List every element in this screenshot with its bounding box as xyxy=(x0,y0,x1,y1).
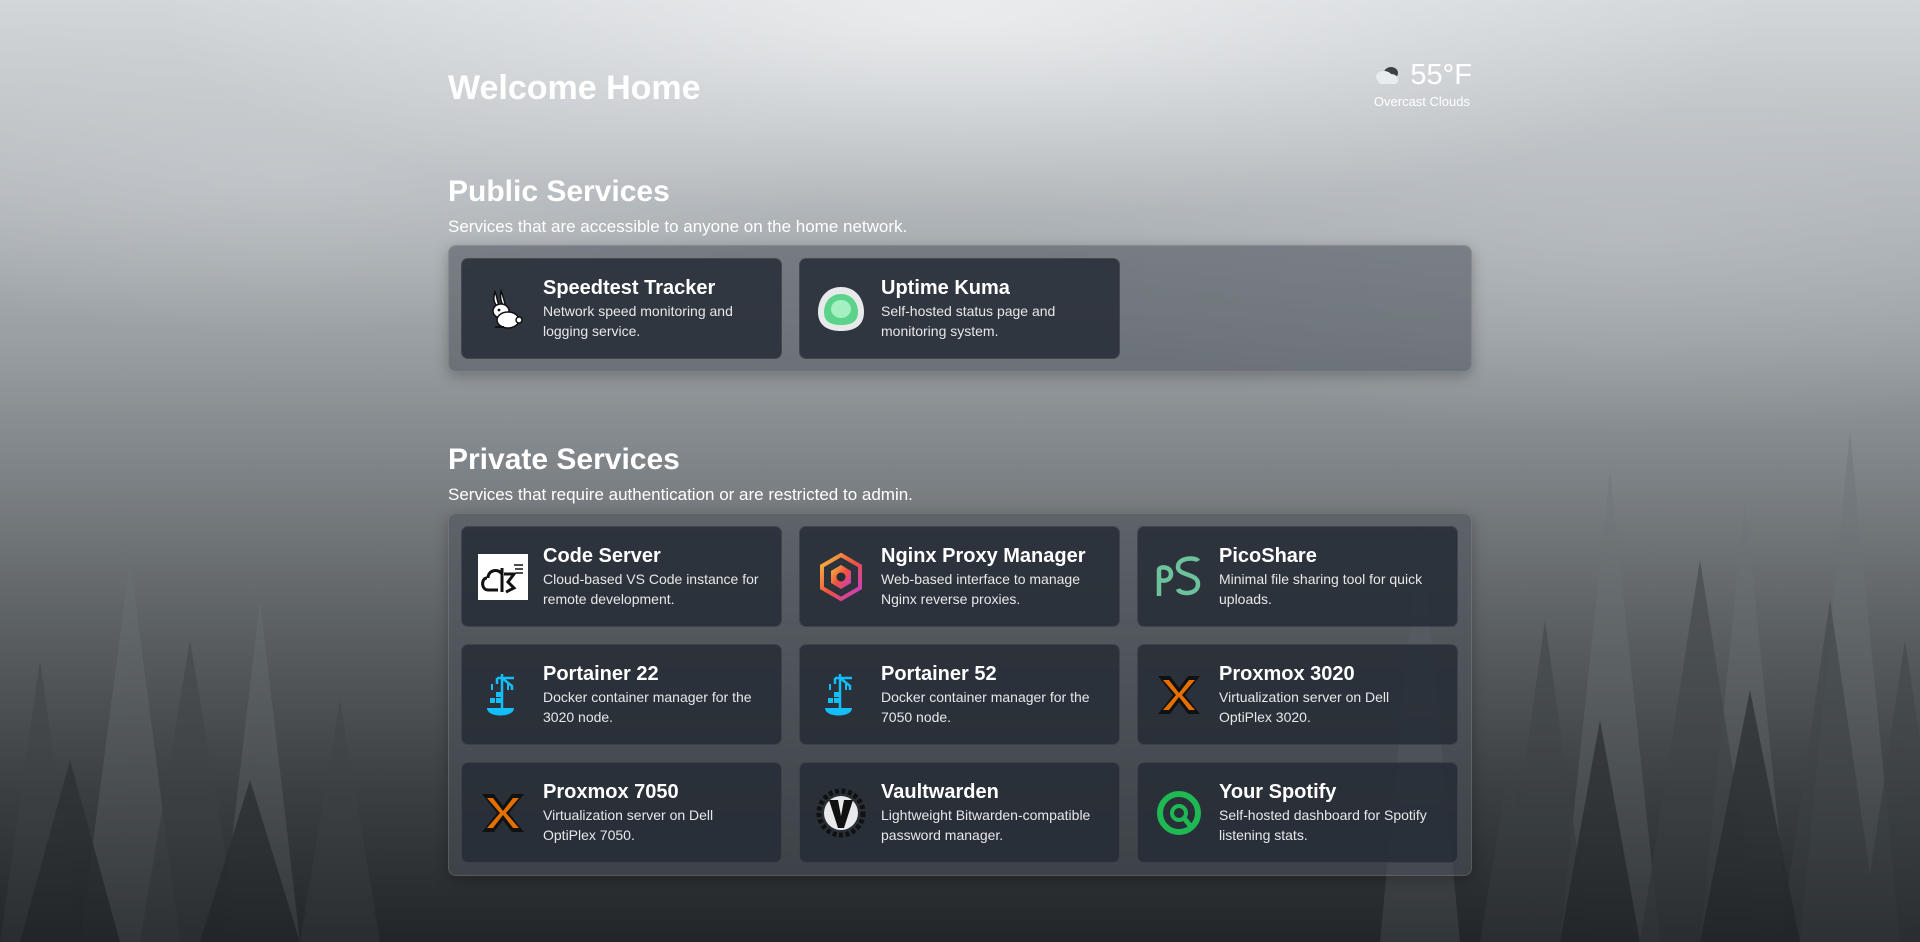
service-name: Proxmox 7050 xyxy=(543,781,679,803)
temperature: 55°F xyxy=(1410,59,1472,91)
service-card-speedtest-tracker[interactable]: Speedtest Tracker Network speed monitori… xyxy=(461,258,782,359)
weather-widget: 55°F Overcast Clouds xyxy=(1272,58,1472,109)
service-name: Vaultwarden xyxy=(881,781,999,803)
service-card-nginx-proxy-manager[interactable]: Nginx Proxy Manager Web-based interface … xyxy=(799,526,1120,627)
portainer-icon xyxy=(478,670,528,720)
service-card-uptime-kuma[interactable]: Uptime Kuma Self-hosted status page and … xyxy=(799,258,1120,359)
cloud-icon xyxy=(1376,67,1399,84)
service-card-code-server[interactable]: Code Server Cloud-based VS Code instance… xyxy=(461,526,782,627)
service-description: Docker container manager for the 3020 no… xyxy=(543,689,752,725)
service-description: Self-hosted status page and monitoring s… xyxy=(881,303,1056,339)
uptime-kuma-icon xyxy=(816,284,866,334)
service-name: Portainer 52 xyxy=(881,663,997,685)
portainer-icon xyxy=(816,670,866,720)
service-name: Portainer 22 xyxy=(543,663,659,685)
section-title-public: Public Services xyxy=(448,175,670,208)
service-description: Minimal file sharing tool for quick uplo… xyxy=(1219,571,1423,607)
service-description: Network speed monitoring and logging ser… xyxy=(543,303,733,339)
public-services-grid: Speedtest Tracker Network speed monitori… xyxy=(448,245,1472,372)
proxmox-icon xyxy=(478,788,528,838)
public-services-section: Public Services Services that are access… xyxy=(448,174,1472,372)
service-description: Self-hosted dashboard for Spotify listen… xyxy=(1219,807,1427,843)
service-name: Uptime Kuma xyxy=(881,277,1010,299)
service-card-proxmox-3020[interactable]: Proxmox 3020 Virtualization server on De… xyxy=(1137,644,1458,745)
service-description: Lightweight Bitwarden-compatible passwor… xyxy=(881,807,1091,843)
section-description-private: Services that require authentication or … xyxy=(448,485,913,504)
proxmox-icon xyxy=(1154,670,1204,720)
service-name: Speedtest Tracker xyxy=(543,277,716,299)
service-description: Cloud-based VS Code instance for remote … xyxy=(543,571,759,607)
service-name: Your Spotify xyxy=(1219,781,1337,803)
service-description: Virtualization server on Dell OptiPlex 7… xyxy=(543,807,714,843)
page-title: Welcome Home xyxy=(448,69,701,107)
service-description: Docker container manager for the 7050 no… xyxy=(881,689,1090,725)
service-name: Nginx Proxy Manager xyxy=(881,545,1086,567)
private-services-grid: Code Server Cloud-based VS Code instance… xyxy=(448,513,1472,876)
rabbit-icon xyxy=(478,284,528,334)
code-server-icon xyxy=(478,552,528,602)
service-card-portainer-52[interactable]: Portainer 52 Docker container manager fo… xyxy=(799,644,1120,745)
service-card-portainer-22[interactable]: Portainer 22 Docker container manager fo… xyxy=(461,644,782,745)
section-description-public: Services that are accessible to anyone o… xyxy=(448,217,908,236)
service-card-your-spotify[interactable]: Your Spotify Self-hosted dashboard for S… xyxy=(1137,762,1458,863)
vaultwarden-icon xyxy=(816,788,866,838)
nginx-proxy-manager-icon xyxy=(816,552,866,602)
service-card-proxmox-7050[interactable]: Proxmox 7050 Virtualization server on De… xyxy=(461,762,782,863)
dashboard: Welcome Home 55°F Overcast Clouds Public… xyxy=(448,0,1472,876)
service-name: PicoShare xyxy=(1219,545,1317,567)
private-services-section: Private Services Services that require a… xyxy=(448,442,1472,876)
weather-condition: Overcast Clouds xyxy=(1373,94,1470,109)
service-card-vaultwarden[interactable]: Vaultwarden Lightweight Bitwarden-compat… xyxy=(799,762,1120,863)
service-description: Web-based interface to manage Nginx reve… xyxy=(881,571,1080,607)
spotify-stats-icon xyxy=(1154,788,1204,838)
service-name: Proxmox 3020 xyxy=(1219,663,1355,685)
picoshare-icon xyxy=(1154,552,1204,602)
header: Welcome Home 55°F Overcast Clouds xyxy=(448,0,1472,150)
service-description: Virtualization server on Dell OptiPlex 3… xyxy=(1219,689,1390,725)
section-title-private: Private Services xyxy=(448,443,680,476)
service-card-picoshare[interactable]: PicoShare Minimal file sharing tool for … xyxy=(1137,526,1458,627)
service-name: Code Server xyxy=(543,545,661,567)
